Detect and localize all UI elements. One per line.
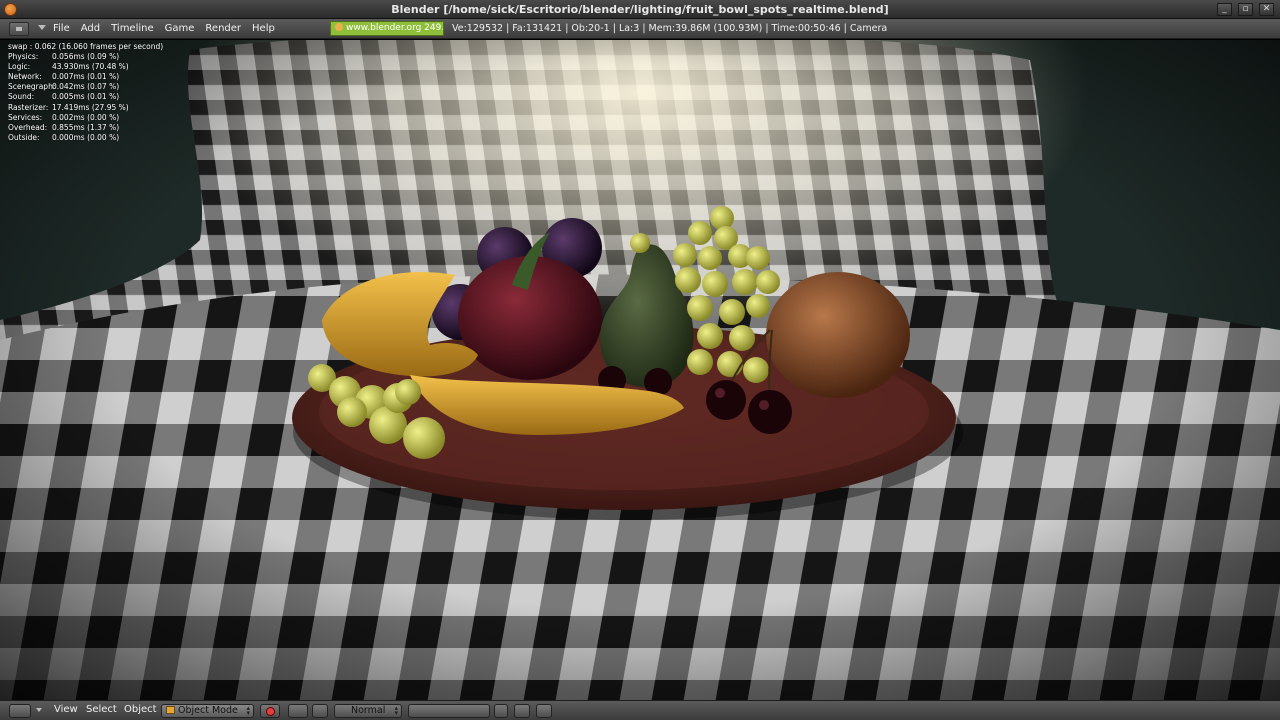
menu-object[interactable]: Object bbox=[124, 704, 157, 715]
collapse-menu-icon[interactable] bbox=[36, 708, 42, 712]
menu-select[interactable]: Select bbox=[86, 704, 117, 715]
main-menu: File Add Timeline Game Render Help bbox=[53, 23, 286, 34]
menu-file[interactable]: File bbox=[53, 23, 70, 34]
render-preview-icon[interactable] bbox=[536, 704, 552, 718]
draw-type-icon[interactable] bbox=[260, 704, 280, 718]
pivot-icon[interactable] bbox=[288, 704, 308, 718]
window-type-icon[interactable] bbox=[9, 22, 29, 36]
lock-icon[interactable] bbox=[494, 704, 508, 718]
3d-view-header: View Select Object Object Mode ▴ ▾ Normal ▴… bbox=[0, 700, 1280, 720]
maximize-button[interactable]: ▫ bbox=[1238, 3, 1253, 16]
scene-render bbox=[0, 40, 1280, 700]
close-button[interactable]: ✕ bbox=[1259, 3, 1274, 16]
menu-help[interactable]: Help bbox=[252, 23, 275, 34]
url-text: www.blender.org 249.2 bbox=[346, 23, 444, 33]
object-mode-icon bbox=[166, 706, 175, 714]
menu-timeline[interactable]: Timeline bbox=[111, 23, 154, 34]
profile-row: Logic: 43.930ms (70.48 %) bbox=[8, 62, 129, 72]
collapse-menu-icon[interactable] bbox=[38, 25, 46, 30]
menu-view[interactable]: View bbox=[54, 704, 78, 715]
globe-icon bbox=[335, 23, 343, 31]
window-title: Blender [/home/sick/Escritorio/blender/l… bbox=[391, 3, 889, 16]
profile-row: Services: 0.002ms (0.00 %) bbox=[8, 112, 120, 122]
profile-row: Overhead: 0.855ms (1.37 %) bbox=[8, 122, 120, 132]
menu-add[interactable]: Add bbox=[81, 23, 100, 34]
snap-icon[interactable] bbox=[514, 704, 530, 718]
menu-game[interactable]: Game bbox=[165, 23, 195, 34]
profile-row: Sound: 0.005ms (0.01 %) bbox=[8, 92, 120, 102]
framerate-profile: swap : 0.062 (16.060 frames per second) … bbox=[8, 42, 163, 143]
profile-row: Physics: 0.056ms (0.09 %) bbox=[8, 52, 120, 62]
swap-line: swap : 0.062 (16.060 frames per second) bbox=[8, 42, 164, 51]
profile-row: Scenegraph: 0.042ms (0.07 %) bbox=[8, 82, 120, 92]
profile-row: Network: 0.007ms (0.01 %) bbox=[8, 72, 120, 82]
blender-url-badge[interactable]: www.blender.org 249.2 bbox=[330, 21, 444, 36]
mode-select[interactable]: Object Mode ▴ ▾ bbox=[161, 704, 254, 718]
profile-row: Outside: 0.000ms (0.00 %) bbox=[8, 132, 120, 142]
title-bar: Blender [/home/sick/Escritorio/blender/l… bbox=[0, 0, 1280, 19]
orientation-select[interactable]: Normal ▴ ▾ bbox=[334, 704, 402, 718]
scene-stats: Ve:129532 | Fa:131421 | Ob:20-1 | La:3 |… bbox=[452, 23, 888, 34]
minimize-button[interactable]: _ bbox=[1217, 3, 1232, 16]
widget-toggle-icon[interactable] bbox=[312, 704, 328, 718]
game-viewport[interactable]: swap : 0.062 (16.060 frames per second) … bbox=[0, 40, 1280, 700]
menu-render[interactable]: Render bbox=[205, 23, 241, 34]
profile-row: Rasterizer: 17.419ms (27.95 %) bbox=[8, 102, 129, 112]
info-header: File Add Timeline Game Render Help www.b… bbox=[0, 19, 1280, 39]
layer-buttons[interactable] bbox=[408, 704, 490, 718]
editor-type-icon[interactable] bbox=[9, 704, 31, 718]
